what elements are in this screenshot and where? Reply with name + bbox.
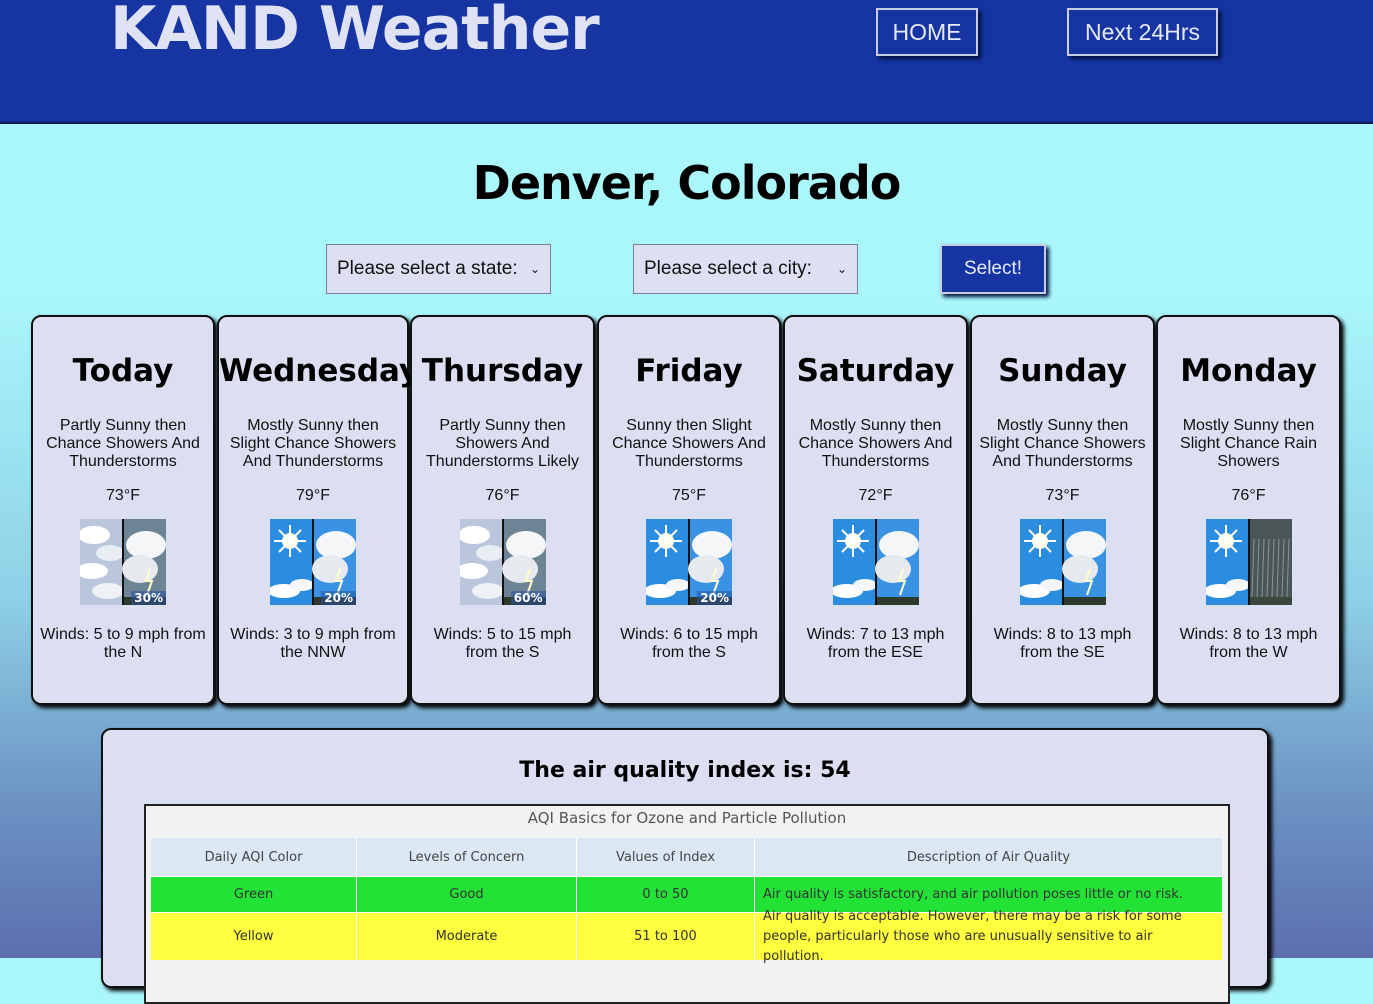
forecast-temperature: 75°F xyxy=(672,487,706,504)
chevron-down-icon: ⌄ xyxy=(529,262,540,276)
forecast-card: Friday Sunny then Slight Chance Showers A… xyxy=(597,315,781,705)
forecast-day: Wednesday xyxy=(219,353,420,389)
precip-label: 20% xyxy=(321,591,356,605)
aqi-cell: Air quality is acceptable. However, ther… xyxy=(755,909,1222,964)
mostly-sunny-rain-icon xyxy=(1205,519,1292,605)
aqi-header-cell: Values of Index xyxy=(577,838,755,876)
site-header: KAND Weather HOME Next 24Hrs xyxy=(0,0,1373,124)
forecast-temperature: 72°F xyxy=(858,487,893,504)
forecast-description: Partly Sunny then Showers And Thundersto… xyxy=(426,417,579,470)
forecast-card: Wednesday Mostly Sunny then Slight Chance… xyxy=(217,315,420,705)
aqi-row-moderate: Yellow Moderate 51 to 100 Air quality is… xyxy=(151,909,1222,964)
forecast-description: Mostly Sunny then Slight Chance Showers … xyxy=(979,417,1146,470)
state-select[interactable]: Please select a state: ⌄ xyxy=(326,244,551,294)
forecast-winds: Winds: 5 to 9 mph from the N xyxy=(40,626,206,661)
forecast-winds: Winds: 3 to 9 mph from the NNW xyxy=(230,626,396,661)
forecast-temperature: 76°F xyxy=(1231,487,1266,504)
forecast-temperature: 79°F xyxy=(296,487,330,504)
aqi-header-cell: Description of Air Quality xyxy=(755,838,1222,876)
city-select-label: Please select a city: xyxy=(644,258,812,279)
nav-next-24hrs-button[interactable]: Next 24Hrs xyxy=(1067,8,1218,56)
forecast-card: Saturday Mostly Sunny then Chance Showers… xyxy=(783,315,968,705)
site-logo[interactable]: KAND Weather xyxy=(110,0,600,64)
aqi-cell: Moderate xyxy=(357,912,577,960)
forecast-winds: Winds: 8 to 13 mph from the W xyxy=(1179,626,1318,661)
aqi-cell: Green xyxy=(151,876,357,912)
state-select-label: Please select a state: xyxy=(337,258,518,279)
sunny-tstorms-icon: 20% xyxy=(646,519,732,605)
aqi-grid: Daily AQI Color Levels of Concern Values… xyxy=(151,838,1222,964)
forecast-description: Sunny then Slight Chance Showers And Thu… xyxy=(612,417,766,470)
forecast-card: Sunday Mostly Sunny then Slight Chance Sh… xyxy=(970,315,1155,705)
forecast-temperature: 73°F xyxy=(106,487,140,504)
forecast-card: Thursday Partly Sunny then Showers And Th… xyxy=(410,315,595,705)
forecast-day: Thursday xyxy=(421,353,584,389)
forecast-winds: Winds: 6 to 15 mph from the S xyxy=(620,626,758,661)
aqi-table: AQI Basics for Ozone and Particle Pollut… xyxy=(144,804,1230,1004)
chevron-down-icon: ⌄ xyxy=(836,262,847,276)
forecast-winds: Winds: 8 to 13 mph from the SE xyxy=(993,626,1132,661)
air-quality-panel: The air quality index is: 54 AQI Basics … xyxy=(101,728,1269,1004)
aqi-cell: 0 to 50 xyxy=(577,876,755,912)
aqi-header-cell: Daily AQI Color xyxy=(151,838,357,876)
forecast-card: Monday Mostly Sunny then Slight Chance Ra… xyxy=(1156,315,1341,705)
nav-home-button[interactable]: HOME xyxy=(876,8,978,56)
aqi-cell: Good xyxy=(357,876,577,912)
mostly-sunny-tstorms-icon xyxy=(832,519,919,605)
forecast-day: Today xyxy=(72,353,174,389)
forecast-temperature: 76°F xyxy=(485,487,520,504)
mostly-sunny-tstorms-icon: 20% xyxy=(270,519,356,605)
precip-label: 20% xyxy=(697,591,732,605)
forecast-day: Saturday xyxy=(796,353,955,389)
city-select[interactable]: Please select a city: ⌄ xyxy=(633,244,858,294)
aqi-table-caption: AQI Basics for Ozone and Particle Pollut… xyxy=(527,809,847,827)
partly-sunny-tstorms-icon: 60% xyxy=(459,519,546,605)
forecast-description: Mostly Sunny then Slight Chance Showers … xyxy=(229,417,397,470)
aqi-header-row: Daily AQI Color Levels of Concern Values… xyxy=(151,838,1222,876)
forecast-winds: Winds: 7 to 13 mph from the ESE xyxy=(806,626,945,661)
aqi-header-cell: Levels of Concern xyxy=(357,838,577,876)
mostly-sunny-tstorms-icon xyxy=(1019,519,1106,605)
precip-label: 60% xyxy=(510,591,546,605)
forecast-day: Monday xyxy=(1180,353,1317,389)
forecast-winds: Winds: 5 to 15 mph from the S xyxy=(433,626,572,661)
forecast-description: Partly Sunny then Chance Showers And Thu… xyxy=(46,417,200,470)
forecast-card: Today Partly Sunny then Chance Showers An… xyxy=(31,315,215,705)
precip-label: 30% xyxy=(131,591,166,605)
aqi-cell: 51 to 100 xyxy=(577,912,755,960)
select-button[interactable]: Select! xyxy=(940,244,1046,294)
forecast-day: Sunday xyxy=(998,353,1127,389)
aqi-cell: Yellow xyxy=(151,912,357,960)
forecast-description: Mostly Sunny then Chance Showers And Thu… xyxy=(798,417,953,470)
air-quality-title: The air quality index is: 54 xyxy=(519,758,851,783)
forecast-temperature: 73°F xyxy=(1045,487,1080,504)
partly-sunny-tstorms-icon: 30% xyxy=(80,519,166,605)
location-title: Denver, Colorado xyxy=(472,156,902,210)
forecast-description: Mostly Sunny then Slight Chance Rain Sho… xyxy=(1180,417,1317,470)
forecast-day: Friday xyxy=(635,353,743,389)
